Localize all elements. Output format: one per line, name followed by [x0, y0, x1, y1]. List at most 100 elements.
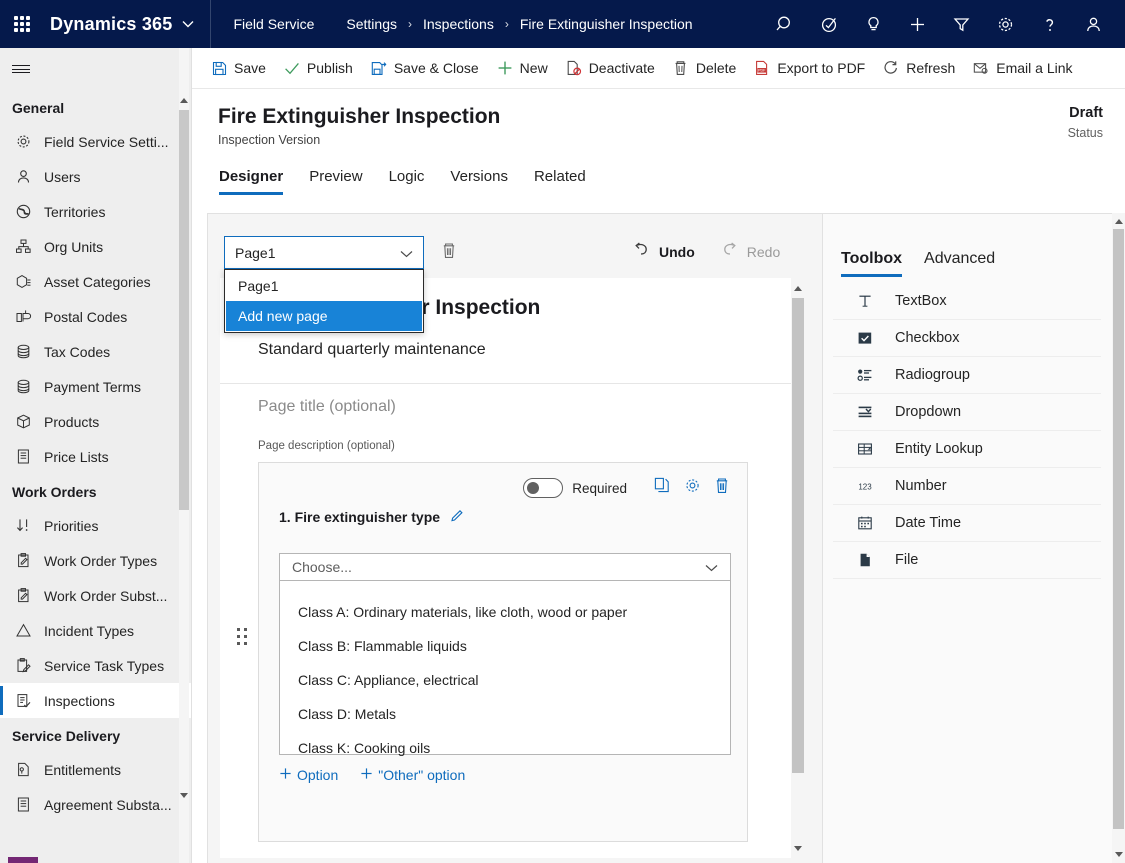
sidebar-item-payment-terms[interactable]: Payment Terms — [0, 369, 192, 404]
option-item[interactable]: Class C: Appliance, electrical — [298, 663, 730, 697]
page-scroll-thumb[interactable] — [1113, 229, 1124, 829]
choose-dropdown[interactable]: Choose... — [279, 553, 731, 581]
toolbox-item-date-time[interactable]: Date Time — [833, 505, 1101, 542]
toolbox-item-textbox[interactable]: TextBox — [833, 283, 1101, 320]
sidebar-item-price-lists[interactable]: Price Lists — [0, 439, 192, 474]
sidebar-item-label: Asset Categories — [44, 273, 151, 290]
new-button[interactable]: New — [488, 48, 557, 89]
save-and-close-button[interactable]: Save & Close — [362, 48, 488, 89]
sidebar-scroll-thumb[interactable] — [179, 110, 189, 510]
sidebar-item-tax-codes[interactable]: Tax Codes — [0, 334, 192, 369]
filter-icon[interactable] — [939, 0, 983, 48]
tab-designer[interactable]: Designer — [219, 168, 297, 195]
sidebar-item-products[interactable]: Products — [0, 404, 192, 439]
tab-versions[interactable]: Versions — [450, 168, 522, 195]
toolbox-item-radiogroup[interactable]: Radiogroup — [833, 357, 1101, 394]
sidebar-item-priorities[interactable]: Priorities — [0, 508, 192, 543]
canvas-scroll-thumb[interactable] — [792, 298, 804, 773]
sidebar-item-field-service-settings[interactable]: Field Service Setti... — [0, 124, 192, 159]
chevron-down-icon[interactable] — [182, 15, 194, 33]
page-menu-item-page1[interactable]: Page1 — [226, 271, 422, 301]
sidebar-item-users[interactable]: Users — [0, 159, 192, 194]
help-icon[interactable] — [1027, 0, 1071, 48]
tab-toolbox[interactable]: Toolbox — [841, 250, 903, 277]
sidebar-item-work-order-types[interactable]: Work Order Types — [0, 543, 192, 578]
duplicate-question-button[interactable] — [647, 475, 677, 501]
breadcrumb-item-inspections[interactable]: Inspections — [421, 16, 496, 32]
sidebar-item-inspections[interactable]: Inspections — [0, 683, 192, 718]
gear-icon[interactable] — [983, 0, 1027, 48]
export-to-pdf-button[interactable]: PDF Export to PDF — [745, 48, 874, 89]
sidebar-item-label: Postal Codes — [44, 308, 128, 325]
canvas-scrollbar[interactable] — [791, 278, 805, 858]
scroll-up-icon[interactable] — [179, 93, 189, 107]
scroll-down-icon[interactable] — [179, 788, 189, 802]
tab-preview[interactable]: Preview — [309, 168, 376, 195]
add-option-button[interactable]: Option — [279, 767, 338, 783]
scroll-up-icon[interactable] — [1112, 214, 1125, 228]
sidebar-item-work-order-substatuses[interactable]: Work Order Subst... — [0, 578, 192, 613]
toolbox-item-number[interactable]: 123 Number — [833, 468, 1101, 505]
sidebar-item-territories[interactable]: Territories — [0, 194, 192, 229]
add-other-option-button[interactable]: "Other" option — [360, 767, 465, 783]
sidebar-item-postal-codes[interactable]: Postal Codes — [0, 299, 192, 334]
question-settings-button[interactable] — [677, 475, 707, 501]
refresh-icon — [883, 60, 899, 76]
sidebar-collapse-button[interactable] — [0, 48, 192, 90]
search-icon[interactable] — [763, 0, 807, 48]
check-icon — [284, 60, 300, 76]
save-button[interactable]: Save — [202, 48, 275, 89]
sidebar-item-agreement-substatuses[interactable]: Agreement Substa... — [0, 787, 192, 822]
delete-button[interactable]: Delete — [664, 48, 745, 89]
option-item[interactable]: Class A: Ordinary materials, like cloth,… — [298, 595, 730, 629]
page-select[interactable]: Page1 — [224, 236, 424, 269]
page-scrollbar[interactable] — [1112, 213, 1125, 863]
sidebar-item-service-task-types[interactable]: Service Task Types — [0, 648, 192, 683]
sidebar-item-incident-types[interactable]: Incident Types — [0, 613, 192, 648]
app-launcher-button[interactable] — [0, 0, 44, 48]
delete-page-button[interactable] — [436, 240, 462, 266]
breadcrumb-app-name[interactable]: Field Service — [231, 16, 316, 32]
deactivate-button[interactable]: Deactivate — [557, 48, 664, 89]
plus-icon[interactable] — [895, 0, 939, 48]
lightbulb-icon[interactable] — [851, 0, 895, 48]
toolbox-item-checkbox[interactable]: Checkbox — [833, 320, 1101, 357]
refresh-button[interactable]: Refresh — [874, 48, 964, 89]
breadcrumb-item-settings[interactable]: Settings — [344, 16, 399, 32]
pencil-icon[interactable] — [450, 508, 465, 526]
top-bar-actions — [763, 0, 1125, 48]
user-icon[interactable] — [1071, 0, 1115, 48]
option-item[interactable]: Class B: Flammable liquids — [298, 629, 730, 663]
sidebar-item-asset-categories[interactable]: Asset Categories — [0, 264, 192, 299]
tab-advanced[interactable]: Advanced — [924, 250, 995, 277]
option-item[interactable]: Class K: Cooking oils — [298, 731, 730, 765]
page-title-input[interactable]: Page title (optional) — [258, 398, 396, 416]
sidebar-item-label: Service Task Types — [44, 657, 165, 674]
option-item[interactable]: Class D: Metals — [298, 697, 730, 731]
undo-button[interactable]: Undo — [633, 242, 695, 261]
target-icon[interactable] — [807, 0, 851, 48]
toolbox-item-file[interactable]: File — [833, 542, 1101, 579]
publish-button[interactable]: Publish — [275, 48, 362, 89]
question-card[interactable]: Required 1. Fire extinguisher type Choos… — [237, 462, 748, 842]
tab-logic[interactable]: Logic — [389, 168, 439, 195]
sidebar-item-entitlements[interactable]: Entitlements — [0, 752, 192, 787]
email-a-link-button[interactable]: Email a Link — [964, 48, 1081, 89]
scroll-up-icon[interactable] — [791, 280, 805, 296]
redo-button[interactable]: Redo — [721, 242, 780, 261]
sidebar-scrollbar[interactable] — [179, 48, 189, 863]
toolbox-item-entity-lookup[interactable]: Entity Lookup — [833, 431, 1101, 468]
page-description-input[interactable]: Page description (optional) — [258, 440, 395, 452]
scroll-down-icon[interactable] — [1112, 847, 1125, 861]
divider — [210, 0, 212, 48]
toolbox-item-dropdown[interactable]: Dropdown — [833, 394, 1101, 431]
form-description[interactable]: Standard quarterly maintenance — [258, 341, 486, 359]
page-menu-item-add-new-page[interactable]: Add new page — [226, 301, 422, 331]
required-toggle[interactable] — [523, 478, 564, 498]
drag-handle-icon[interactable] — [237, 628, 249, 646]
sidebar-item-org-units[interactable]: Org Units — [0, 229, 192, 264]
delete-question-button[interactable] — [707, 475, 737, 501]
tab-related[interactable]: Related — [534, 168, 600, 195]
sidebar-item-label: Work Order Subst... — [44, 587, 168, 604]
scroll-down-icon[interactable] — [791, 840, 805, 856]
